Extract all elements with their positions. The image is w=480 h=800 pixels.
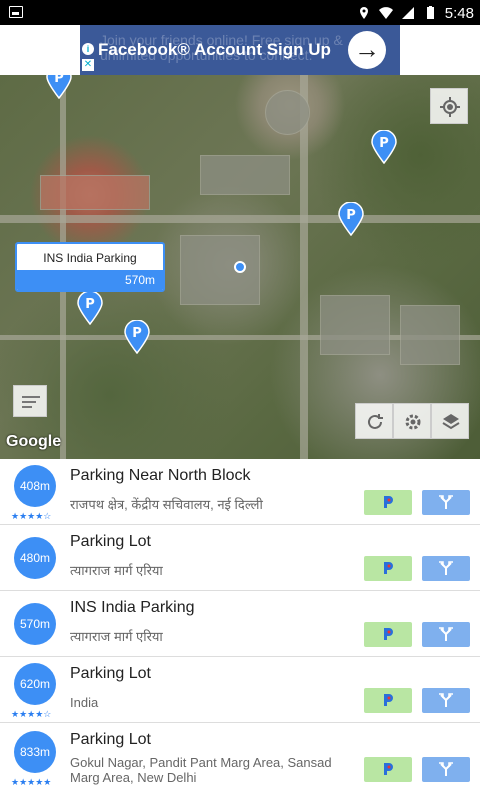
directions-button[interactable] [422,556,470,581]
parking-marker-icon[interactable]: P [338,202,364,236]
rating-stars: ★★★★☆ [11,511,52,521]
ad-info-icon[interactable]: i [82,43,94,55]
svg-text:P: P [132,326,142,341]
parking-marker-icon[interactable]: P [124,320,150,354]
parking-app-button[interactable] [364,757,412,782]
map-road [0,215,480,223]
info-window-distance: 570m [17,270,163,290]
parking-address: त्यागराज मार्ग एरिया [70,629,163,644]
refresh-button[interactable] [355,403,393,439]
parking-logo-icon [384,496,393,508]
list-item[interactable]: 833m ★★★★★ Parking Lot Gokul Nagar, Pand… [0,723,480,800]
gear-icon [405,414,421,430]
directions-fork-icon [439,693,453,707]
parking-app-button[interactable] [364,622,412,647]
distance-badge: 570m [14,603,56,645]
status-icons: 5:48 [357,3,474,23]
directions-fork-icon [439,495,453,509]
directions-fork-icon [439,627,453,641]
list-toggle-button[interactable] [13,385,47,417]
parking-address: राजपथ क्षेत्र, केंद्रीय सचिवालय, नई दिल्… [70,497,263,512]
parking-logo-icon [384,562,393,574]
directions-button[interactable] [422,688,470,713]
refresh-icon [368,414,383,429]
my-location-dot [234,261,246,273]
parking-logo-icon [384,763,393,775]
parking-name: Parking Lot [70,665,151,682]
map-building [400,305,460,365]
distance-badge: 408m [14,465,56,507]
parking-name: Parking Near North Block [70,467,251,484]
directions-button[interactable] [422,757,470,782]
directions-button[interactable] [422,490,470,515]
google-attribution: Google [6,433,62,450]
parking-app-button[interactable] [364,490,412,515]
list-item[interactable]: 480m Parking Lot त्यागराज मार्ग एरिया [0,525,480,591]
location-icon [359,7,368,19]
arrow-right-icon[interactable]: → [348,31,386,69]
ad-banner-container: Join your friends online! Free sign up &… [0,25,480,75]
ad-close-icon[interactable]: ✕ [82,59,94,71]
info-window-name: INS India Parking [43,251,137,265]
parking-name: INS India Parking [70,599,195,616]
wifi-icon [378,7,393,19]
ad-banner[interactable]: Join your friends online! Free sign up &… [80,25,400,75]
list-item[interactable]: 620m ★★★★☆ Parking Lot India [0,657,480,723]
layers-button[interactable] [431,403,469,439]
parking-marker-icon[interactable]: P [46,75,72,99]
parking-marker-icon[interactable]: P [77,291,103,325]
ad-title: Facebook® Account Sign Up [98,40,331,59]
distance-badge: 620m [14,663,56,705]
map-view[interactable]: P P P P P INS India Parking 570m Google [0,75,480,459]
parking-address: Gokul Nagar, Pandit Pant Marg Area, Sans… [70,755,332,785]
list-item[interactable]: 408m ★★★★☆ Parking Near North Block राजप… [0,459,480,525]
crosshair-icon [440,97,460,117]
parking-address: India [70,695,99,710]
rating-stars: ★★★★☆ [11,709,52,719]
svg-text:P: P [346,208,356,223]
distance-badge: 833m [14,731,56,773]
map-building [40,175,150,210]
marker-info-window[interactable]: INS India Parking 570m [15,242,165,292]
settings-button[interactable] [393,403,431,439]
svg-text:P: P [379,136,389,151]
parking-list: 408m ★★★★☆ Parking Near North Block राजप… [0,459,480,800]
sort-lines-icon [22,396,40,408]
parking-address: त्यागराज मार्ग एरिया [70,563,163,578]
list-item[interactable]: 570m INS India Parking त्यागराज मार्ग एर… [0,591,480,657]
map-building [180,235,260,305]
svg-text:P: P [54,75,64,86]
battery-icon [426,6,434,19]
parking-app-button[interactable] [364,556,412,581]
directions-fork-icon [439,762,453,776]
map-building [320,295,390,355]
parking-name: Parking Lot [70,731,151,748]
status-bar: 5:48 [0,0,480,25]
svg-text:P: P [85,297,95,312]
my-location-button[interactable] [430,88,468,124]
signal-icon [401,7,414,19]
distance-badge: 480m [14,537,56,579]
parking-logo-icon [384,628,393,640]
map-building [200,155,290,195]
parking-app-button[interactable] [364,688,412,713]
directions-fork-icon [439,561,453,575]
map-road [300,75,308,459]
gallery-notification-icon [9,6,23,18]
parking-logo-icon [384,694,393,706]
rating-stars: ★★★★★ [11,777,52,787]
map-building [265,90,310,135]
clock: 5:48 [444,4,474,22]
parking-name: Parking Lot [70,533,151,550]
directions-button[interactable] [422,622,470,647]
layers-icon [442,414,460,430]
parking-marker-icon[interactable]: P [371,130,397,164]
